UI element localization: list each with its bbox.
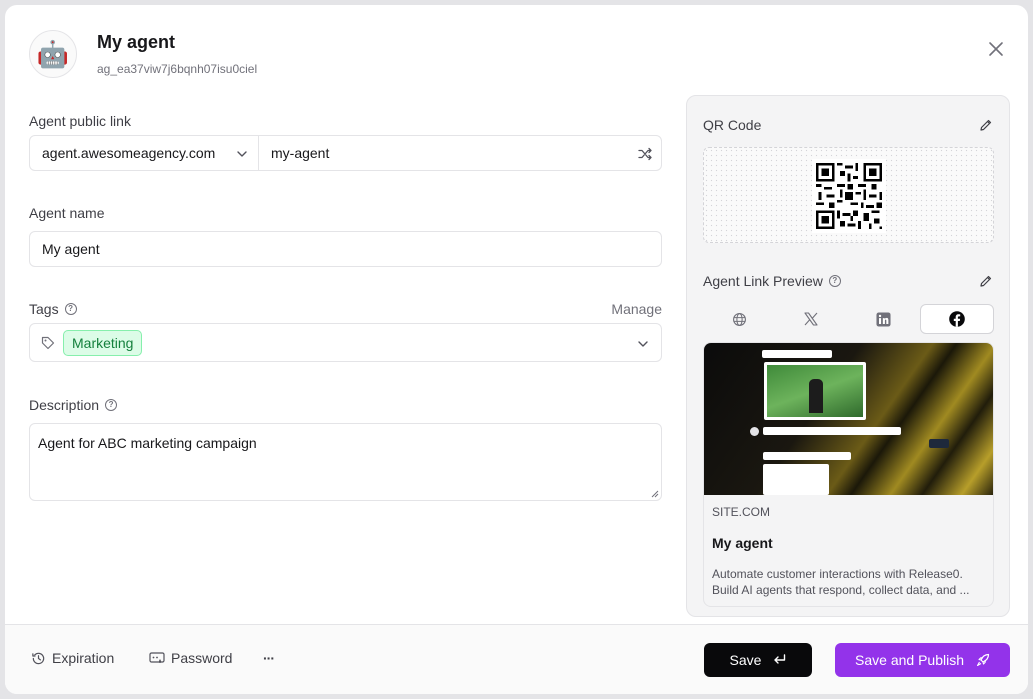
tab-linkedin[interactable]	[848, 304, 920, 334]
save-button[interactable]: Save	[704, 643, 812, 677]
chat-bubble	[762, 350, 832, 358]
shuffle-icon[interactable]	[638, 147, 652, 161]
preview-image	[704, 343, 993, 495]
close-icon[interactable]	[986, 39, 1006, 59]
tag-chip-marketing[interactable]: Marketing	[63, 330, 143, 356]
expiration-label: Expiration	[52, 650, 115, 666]
preview-panel: QR Code Agent Link Preview ? SITE.COM My…	[686, 95, 1010, 617]
link-preview-title-text: Agent Link Preview	[703, 273, 823, 289]
agent-name-label-text: Agent name	[29, 205, 105, 221]
password-label: Password	[171, 650, 233, 666]
preview-description: Automate customer interactions with Rele…	[712, 567, 970, 597]
help-icon[interactable]: ?	[64, 303, 77, 315]
x-logo-icon	[804, 312, 818, 326]
pencil-icon[interactable]	[979, 274, 993, 288]
description-label-text: Description	[29, 397, 100, 413]
robot-icon: 🤖	[36, 38, 70, 69]
rocket-icon	[976, 653, 990, 667]
preview-site: SITE.COM	[712, 505, 771, 519]
dialog-header: 🤖 My agent ag_ea37viw7j6bqnh07isu0ciel	[5, 5, 1028, 95]
agent-settings-dialog: 🤖 My agent ag_ea37viw7j6bqnh07isu0ciel A…	[5, 5, 1028, 694]
chat-bubble	[763, 427, 901, 435]
chevron-down-icon	[237, 151, 247, 157]
qr-code-area	[703, 147, 994, 243]
facebook-icon	[949, 311, 965, 327]
tag-icon	[41, 336, 55, 350]
qr-code-image	[812, 159, 886, 233]
tags-label: Tags?	[29, 301, 77, 317]
publish-label: Save and Publish	[855, 652, 964, 668]
preview-platform-tabs	[703, 304, 994, 334]
chat-avatar	[750, 427, 759, 436]
domain-value: agent.awesomeagency.com	[42, 145, 216, 161]
qr-code-title: QR Code	[703, 117, 762, 133]
chat-bubble	[763, 452, 851, 460]
chat-media-card	[764, 362, 866, 420]
link-preview-card: SITE.COM My agent Automate customer inte…	[703, 342, 994, 607]
public-link-label-text: Agent public link	[29, 113, 131, 129]
description-label: Description?	[29, 397, 118, 413]
pencil-icon[interactable]	[979, 118, 993, 132]
agent-name-input[interactable]: My agent	[29, 231, 662, 267]
slug-value: my-agent	[271, 145, 330, 161]
chevron-down-icon	[638, 341, 648, 347]
agent-avatar[interactable]: 🤖	[29, 30, 77, 78]
description-textarea[interactable]: Agent for ABC marketing campaign	[29, 423, 662, 501]
domain-select[interactable]: agent.awesomeagency.com	[29, 135, 259, 171]
tags-label-text: Tags	[29, 301, 59, 317]
help-icon[interactable]: ?	[828, 275, 841, 287]
tab-x[interactable]	[775, 304, 847, 334]
help-icon[interactable]: ?	[105, 399, 118, 411]
agent-name-label: Agent name	[29, 205, 105, 221]
save-label: Save	[729, 652, 762, 668]
linkedin-icon	[876, 311, 891, 327]
expiration-button[interactable]: Expiration	[31, 650, 114, 666]
more-options-button[interactable]: ···	[263, 650, 275, 666]
agent-title: My agent	[97, 32, 176, 52]
chat-bubble	[763, 464, 829, 495]
enter-key-icon	[774, 654, 786, 664]
globe-icon	[732, 312, 746, 326]
password-button[interactable]: Password	[149, 650, 232, 666]
chat-reply	[929, 439, 949, 448]
manage-tags-link[interactable]: Manage	[611, 301, 662, 317]
resize-handle-icon[interactable]	[651, 490, 659, 498]
agent-name-value: My agent	[42, 241, 100, 257]
tab-facebook[interactable]	[919, 304, 994, 334]
save-and-publish-button[interactable]: Save and Publish	[835, 643, 1010, 677]
password-icon	[149, 652, 165, 663]
agent-id: ag_ea37viw7j6bqnh07isu0ciel	[97, 62, 258, 76]
link-preview-title: Agent Link Preview?	[703, 273, 841, 289]
tab-website[interactable]	[703, 304, 775, 334]
history-clock-icon	[32, 652, 45, 664]
public-link-label: Agent public link	[29, 113, 131, 129]
slug-input[interactable]: my-agent	[258, 135, 662, 171]
description-value: Agent for ABC marketing campaign	[38, 435, 257, 451]
preview-title: My agent	[712, 535, 773, 551]
